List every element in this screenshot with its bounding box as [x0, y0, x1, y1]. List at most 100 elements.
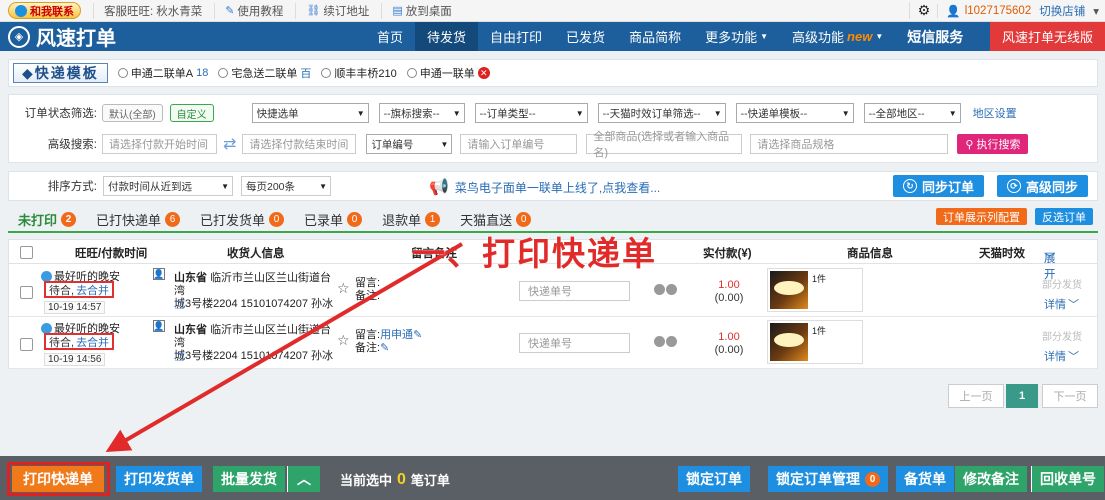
product-card[interactable]: 1件	[767, 320, 863, 364]
page-size-select[interactable]: 每页200条 ▼	[241, 176, 331, 196]
lock-manage-label: 锁定订单管理	[776, 471, 860, 487]
row-checkbox[interactable]	[20, 338, 33, 351]
radio[interactable]	[321, 68, 332, 78]
template-option-2[interactable]: 宅急送二联单 百	[218, 65, 311, 81]
tab-unprinted[interactable]: 未打印 2	[8, 207, 86, 231]
goods-input[interactable]: 全部商品(选择或者输入商品名)	[586, 131, 743, 159]
amount: 1.00 (0.00)	[705, 331, 753, 357]
partial-ship-button[interactable]: 部分发货	[1042, 276, 1082, 291]
service-info: 客服旺旺: 秋水青菜	[93, 2, 202, 19]
product-card[interactable]: 1件	[767, 268, 863, 312]
nav-home[interactable]: 首页	[365, 22, 415, 51]
caret-down-icon: ▼	[841, 108, 850, 118]
sync-orders-button[interactable]: ↻ 同步订单	[893, 175, 985, 197]
nav-more[interactable]: 更多功能 ▼	[693, 22, 780, 51]
template-name: 宅急送二联单	[231, 68, 298, 80]
service-name[interactable]: 秋水青菜	[156, 3, 202, 19]
edit-note-button[interactable]: 修改备注	[955, 466, 1027, 492]
wireless-version-button[interactable]: 风速打单无线版	[989, 22, 1105, 51]
radio[interactable]	[218, 68, 229, 78]
flag-icons[interactable]	[654, 336, 677, 347]
template-option-3[interactable]: 顺丰丰桥210	[321, 65, 397, 81]
table-row[interactable]: 最好听的晚安 待合, 去合并 10-19 14:56 👤 山东省 临沂市兰山区兰山…	[9, 317, 1097, 369]
partial-ship-button[interactable]: 部分发货	[1042, 328, 1082, 343]
chevron-up-icon[interactable]: ︿	[287, 466, 320, 492]
current-page[interactable]: 1	[1006, 384, 1038, 408]
tracking-number-input[interactable]: 快递单号	[519, 281, 630, 301]
print-invoice-button[interactable]: 打印发货单	[116, 466, 202, 492]
nav-pending[interactable]: 待发货	[415, 22, 479, 51]
region-select[interactable]: --全部地区-- ▼	[863, 103, 961, 123]
select-all-checkbox[interactable]	[20, 246, 33, 259]
spec-input[interactable]: 请选择商品规格	[750, 134, 949, 154]
copy-icon[interactable]: ❐	[175, 301, 184, 312]
promo-link[interactable]: 📢 菜鸟电子面单一联单上线了,点我查看...	[429, 177, 660, 197]
nav-free-print[interactable]: 自由打印	[478, 22, 554, 51]
start-time-input[interactable]: 请选择付款开始时间	[102, 134, 217, 154]
nav-sms[interactable]: 短信服务	[895, 22, 975, 51]
go-merge-link[interactable]: 去合并	[76, 282, 109, 298]
advanced-sync-button[interactable]: ⟳ 高级同步	[997, 175, 1089, 197]
lock-order-button[interactable]: 锁定订单	[678, 466, 750, 492]
gear-icon[interactable]: ⚙	[909, 2, 937, 19]
row-checkbox[interactable]	[20, 286, 33, 299]
chip-default[interactable]: 默认(全部)	[102, 104, 163, 122]
invert-select-button[interactable]: 反选订单	[1035, 208, 1093, 225]
nav-advanced-label: 高级功能	[792, 30, 845, 45]
region-settings-link[interactable]: 地区设置	[973, 105, 1017, 121]
execute-search-button[interactable]: ⚲ 执行搜索	[957, 134, 1029, 154]
tracking-number-input[interactable]: 快递单号	[519, 333, 630, 353]
nav-shipped[interactable]: 已发货	[554, 22, 617, 51]
merge-status: 待合, 去合并	[44, 281, 115, 298]
detail-toggle[interactable]: 详情 ﹀	[1044, 348, 1079, 364]
next-page-button[interactable]: 下一页	[1042, 384, 1098, 408]
end-time-input[interactable]: 请选择付款结束时间	[242, 134, 357, 154]
nav-advanced[interactable]: 高级功能 new ▼	[780, 22, 895, 51]
note-label: 备注:	[355, 342, 381, 354]
template-option-1[interactable]: 申通二联单A 18	[117, 65, 208, 81]
user-account[interactable]: 👤 l1027175602	[937, 3, 1039, 18]
tab-express-printed[interactable]: 已打快递单 6	[86, 207, 190, 231]
chevron-down-icon: ﹀	[1044, 253, 1056, 265]
quick-select[interactable]: 快捷选单 ▼	[251, 103, 369, 123]
chevron-down-icon[interactable]: ▾	[1093, 4, 1105, 18]
order-no-input[interactable]: 请输入订单编号	[460, 134, 578, 154]
tmall-filter-select[interactable]: --天猫时效订单筛选-- ▼	[597, 103, 726, 123]
nav-short-name[interactable]: 商品简称	[617, 22, 693, 51]
template-option-4[interactable]: 申通一联单 ✕	[406, 65, 490, 81]
order-type-select[interactable]: --订单类型-- ▼	[474, 103, 588, 123]
order-no-type-select[interactable]: 订单编号 ▼	[366, 134, 453, 154]
tab-recorded[interactable]: 已录单 0	[294, 207, 372, 231]
edit-icon[interactable]: ✎	[380, 342, 389, 354]
go-merge-link[interactable]: 去合并	[76, 334, 109, 350]
flag-icons[interactable]	[654, 284, 677, 295]
recycle-number-button[interactable]: 回收单号	[1031, 466, 1104, 492]
desktop-link[interactable]: ▤ 放到桌面	[381, 2, 452, 19]
detail-toggle[interactable]: 详情 ﹀	[1044, 296, 1079, 312]
stock-list-button[interactable]: 备货单	[896, 466, 954, 492]
flag-select[interactable]: --旗标搜索-- ▼	[378, 103, 465, 123]
edit-icon[interactable]: ✎	[413, 329, 422, 341]
sort-select[interactable]: 付款时间从近到远 ▼	[103, 176, 233, 196]
radio[interactable]	[406, 68, 417, 78]
renew-link[interactable]: ⛓ 续订地址	[295, 2, 369, 19]
switch-store-link[interactable]: 切换店铺	[1039, 3, 1093, 19]
chip-custom[interactable]: 自定义	[169, 104, 214, 122]
app-logo[interactable]: ◈ 风速打单	[0, 22, 365, 51]
lock-manage-button[interactable]: 锁定订单管理 0	[768, 466, 888, 492]
prev-page-button[interactable]: 上一页	[948, 384, 1004, 408]
contact-us-button[interactable]: 和我联系	[8, 2, 81, 19]
star-icon[interactable]: ☆	[337, 280, 350, 297]
note-label: 备注:	[355, 290, 381, 302]
column-config-button[interactable]: 订单展示列配置	[936, 208, 1027, 225]
radio[interactable]	[117, 68, 128, 78]
copy-icon[interactable]: ❐	[175, 353, 184, 364]
tab-invoice-printed[interactable]: 已打发货单 0	[190, 207, 294, 231]
batch-ship-button[interactable]: 批量发货	[213, 466, 285, 492]
tutorial-link[interactable]: ✎ 使用教程	[214, 2, 283, 19]
star-icon[interactable]: ☆	[337, 332, 350, 349]
express-template-select[interactable]: --快递单模板-- ▼	[735, 103, 854, 123]
receiver-address: 山东省 临沂市兰山区兰山街道台湾 城3号楼2204 15101074207 孙冰	[174, 324, 342, 363]
close-icon[interactable]: ✕	[477, 67, 490, 79]
chevron-down-icon: ﹀	[1068, 351, 1079, 363]
